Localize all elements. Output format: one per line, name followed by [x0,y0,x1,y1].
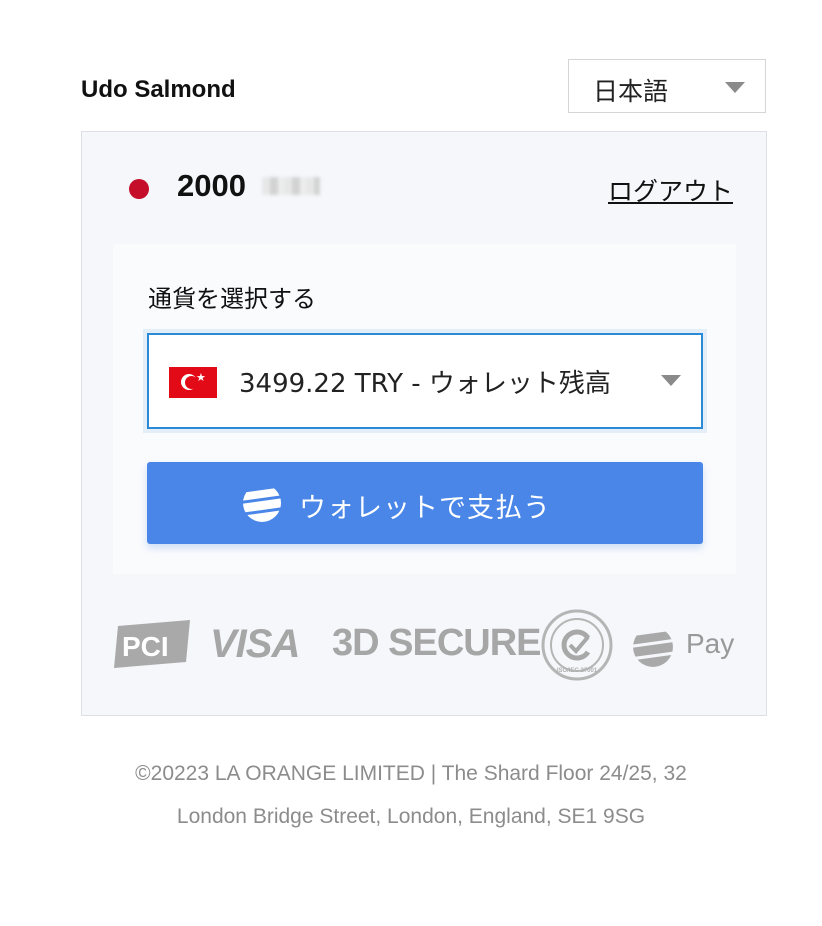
pci-logo-icon: PCI [114,620,190,668]
status-dot-icon [129,179,149,199]
chevron-down-icon [661,375,681,386]
visa-logo: VISA [210,622,300,666]
pay-with-wallet-button[interactable]: ウォレットで支払う [147,462,703,544]
currency-select-label: 通貨を選択する [148,285,316,313]
turkey-flag-icon: ★ [169,367,217,398]
chevron-down-icon [725,82,745,93]
pci-text: PCI [122,631,169,662]
language-select[interactable]: 日本語 [568,59,766,113]
footer: ©20223 LA ORANGE LIMITED | The Shard Flo… [0,752,822,838]
security-badges: PCI VISA 3D SECURE ISO/IEC 27001 Pay [112,609,752,692]
currency-select[interactable]: ★ 3499.22 TRY - ウォレット残高 [147,333,703,429]
payment-card: 2000 ログアウト 通貨を選択する ★ 3499.22 TRY - ウォレット… [81,131,767,716]
wallet-pay-icon [243,487,281,522]
footer-line-1: ©20223 LA ORANGE LIMITED | The Shard Flo… [135,762,687,785]
currency-selected-value: 3499.22 TRY - ウォレット残高 [239,369,611,399]
iso-text: ISO/IEC 27001 [557,668,598,674]
currency-panel: 通貨を選択する ★ 3499.22 TRY - ウォレット残高 ウォレットで支払… [113,244,736,574]
pay-button-label: ウォレットで支払う [299,493,551,524]
iso-certified-icon: ISO/IEC 27001 [541,609,613,681]
footer-line-2: London Bridge Street, London, England, S… [176,805,646,828]
balance-amount: 2000 [177,168,246,203]
language-selected-value: 日本語 [593,77,669,106]
wallet-pay-logo-icon [633,630,673,667]
3d-secure-logo: 3D SECURE [332,622,541,664]
logout-link[interactable]: ログアウト [608,172,733,208]
blurred-currency-code [262,177,320,195]
user-name: Udo Salmond [81,76,236,103]
pay-logo-text: Pay [686,628,735,659]
